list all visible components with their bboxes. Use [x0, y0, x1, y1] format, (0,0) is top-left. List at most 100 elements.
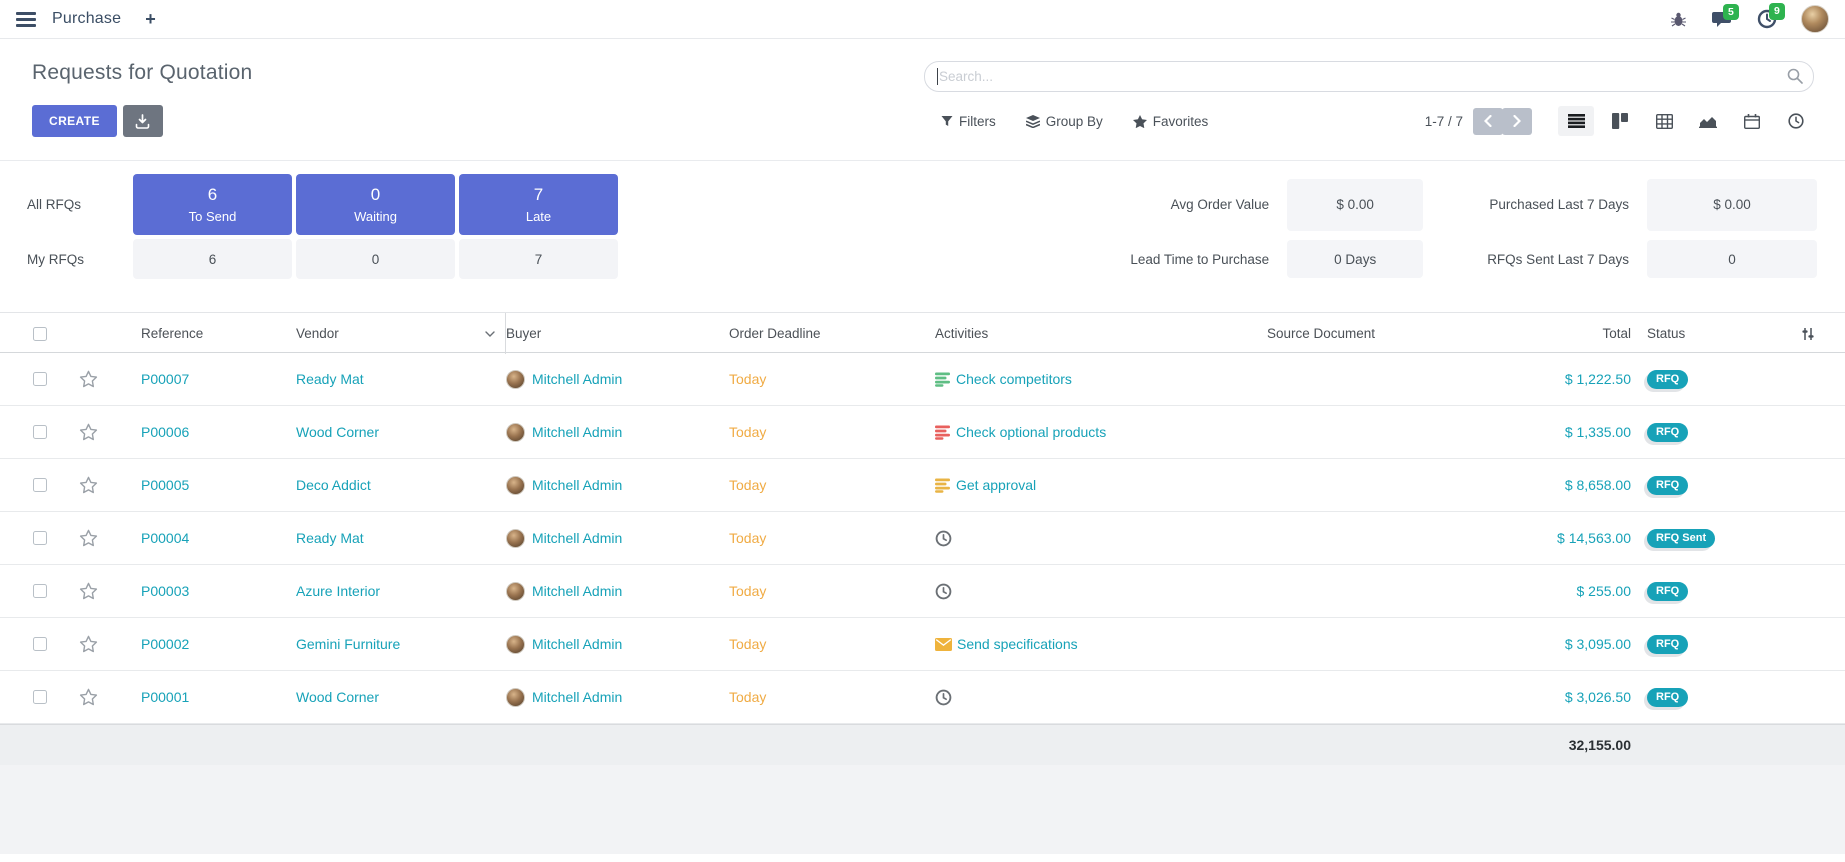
activity-cell[interactable] [935, 530, 1267, 547]
buyer-link[interactable]: Mitchell Admin [532, 371, 622, 387]
buyer-cell[interactable]: Mitchell Admin [506, 529, 729, 548]
filters-menu[interactable]: Filters [941, 114, 996, 129]
row-checkbox[interactable] [33, 425, 47, 439]
kpi-late[interactable]: 7 Late [459, 174, 618, 235]
order-deadline-value[interactable]: Today [729, 477, 935, 493]
table-row[interactable]: P00004 Ready Mat Mitchell Admin Today $ … [0, 512, 1845, 565]
column-buyer[interactable]: Buyer [506, 326, 729, 341]
buyer-cell[interactable]: Mitchell Admin [506, 370, 729, 389]
rfqs-sent-last-7-days[interactable]: 0 [1647, 240, 1817, 278]
favorite-star-icon[interactable] [62, 582, 114, 600]
graph-view-button[interactable] [1690, 106, 1726, 136]
select-all-checkbox[interactable] [33, 327, 47, 341]
avg-order-value[interactable]: $ 0.00 [1287, 179, 1423, 231]
list-activity-icon[interactable] [935, 425, 951, 440]
calendar-view-button[interactable] [1734, 106, 1770, 136]
create-button[interactable]: CREATE [32, 105, 117, 137]
reference-link[interactable]: P00001 [114, 689, 296, 705]
optional-columns-button[interactable] [1771, 327, 1845, 341]
order-deadline-value[interactable]: Today [729, 371, 935, 387]
reference-link[interactable]: P00002 [114, 636, 296, 652]
activity-cell[interactable] [935, 583, 1267, 600]
clock-activity-icon[interactable] [935, 530, 952, 547]
buyer-link[interactable]: Mitchell Admin [532, 424, 622, 440]
row-checkbox[interactable] [33, 478, 47, 492]
favorite-star-icon[interactable] [62, 529, 114, 547]
order-deadline-value[interactable]: Today [729, 583, 935, 599]
pivot-view-button[interactable] [1646, 106, 1682, 136]
clock-activity-icon[interactable] [935, 689, 952, 706]
order-deadline-value[interactable]: Today [729, 689, 935, 705]
activity-label[interactable]: Check competitors [956, 371, 1072, 387]
favorite-star-icon[interactable] [62, 423, 114, 441]
vendor-link[interactable]: Wood Corner [296, 424, 506, 440]
order-deadline-value[interactable]: Today [729, 530, 935, 546]
column-reference[interactable]: Reference [114, 326, 296, 341]
reference-link[interactable]: P00006 [114, 424, 296, 440]
activity-cell[interactable]: Get approval [935, 477, 1267, 493]
add-tab-button[interactable]: + [145, 9, 156, 30]
vendor-link[interactable]: Gemini Furniture [296, 636, 506, 652]
export-button[interactable] [123, 105, 163, 137]
row-checkbox[interactable] [33, 531, 47, 545]
buyer-cell[interactable]: Mitchell Admin [506, 635, 729, 654]
kpi-waiting[interactable]: 0 Waiting [296, 174, 455, 235]
buyer-cell[interactable]: Mitchell Admin [506, 476, 729, 495]
search-input[interactable] [924, 61, 1814, 92]
list-activity-icon[interactable] [935, 372, 951, 387]
activity-label[interactable]: Send specifications [957, 636, 1078, 652]
activity-cell[interactable]: Check optional products [935, 424, 1267, 440]
table-row[interactable]: P00006 Wood Corner Mitchell Admin Today … [0, 406, 1845, 459]
row-checkbox[interactable] [33, 372, 47, 386]
column-total[interactable]: Total [1507, 326, 1631, 341]
kpi-my-late[interactable]: 7 [459, 239, 618, 279]
column-source-document[interactable]: Source Document [1267, 326, 1507, 341]
search-icon[interactable] [1787, 68, 1803, 84]
buyer-link[interactable]: Mitchell Admin [532, 477, 622, 493]
activity-label[interactable]: Check optional products [956, 424, 1106, 440]
vendor-link[interactable]: Azure Interior [296, 583, 506, 599]
buyer-link[interactable]: Mitchell Admin [532, 636, 622, 652]
kanban-view-button[interactable] [1602, 106, 1638, 136]
favorite-star-icon[interactable] [62, 476, 114, 494]
favorite-star-icon[interactable] [62, 688, 114, 706]
group-by-menu[interactable]: Group By [1026, 114, 1103, 129]
table-row[interactable]: P00005 Deco Addict Mitchell Admin Today … [0, 459, 1845, 512]
buyer-cell[interactable]: Mitchell Admin [506, 688, 729, 707]
list-view-button[interactable] [1558, 106, 1594, 136]
buyer-cell[interactable]: Mitchell Admin [506, 423, 729, 442]
buyer-cell[interactable]: Mitchell Admin [506, 582, 729, 601]
user-avatar[interactable] [1801, 5, 1829, 33]
row-checkbox[interactable] [33, 584, 47, 598]
activities-clock-icon[interactable]: 9 [1757, 9, 1777, 29]
activity-cell[interactable]: Check competitors [935, 371, 1267, 387]
messages-icon[interactable]: 5 [1711, 10, 1733, 29]
column-activities[interactable]: Activities [935, 326, 1267, 341]
reference-link[interactable]: P00003 [114, 583, 296, 599]
column-order-deadline[interactable]: Order Deadline [729, 326, 935, 341]
row-checkbox[interactable] [33, 690, 47, 704]
clock-activity-icon[interactable] [935, 583, 952, 600]
activity-view-button[interactable] [1778, 106, 1814, 136]
app-title[interactable]: Purchase [52, 10, 121, 28]
reference-link[interactable]: P00004 [114, 530, 296, 546]
buyer-link[interactable]: Mitchell Admin [532, 530, 622, 546]
table-row[interactable]: P00007 Ready Mat Mitchell Admin Today Ch… [0, 353, 1845, 406]
favorites-menu[interactable]: Favorites [1133, 114, 1209, 129]
pager-next-button[interactable] [1502, 108, 1532, 135]
lead-time-to-purchase[interactable]: 0 Days [1287, 240, 1423, 278]
kpi-my-waiting[interactable]: 0 [296, 239, 455, 279]
buyer-link[interactable]: Mitchell Admin [532, 583, 622, 599]
reference-link[interactable]: P00005 [114, 477, 296, 493]
menu-icon[interactable] [16, 12, 36, 27]
activity-cell[interactable]: Send specifications [935, 636, 1267, 652]
list-activity-icon[interactable] [935, 478, 951, 493]
envelope-activity-icon[interactable] [935, 638, 952, 651]
reference-link[interactable]: P00007 [114, 371, 296, 387]
table-row[interactable]: P00002 Gemini Furniture Mitchell Admin T… [0, 618, 1845, 671]
vendor-link[interactable]: Ready Mat [296, 371, 506, 387]
kpi-to-send[interactable]: 6 To Send [133, 174, 292, 235]
buyer-link[interactable]: Mitchell Admin [532, 689, 622, 705]
favorite-star-icon[interactable] [62, 635, 114, 653]
table-row[interactable]: P00003 Azure Interior Mitchell Admin Tod… [0, 565, 1845, 618]
